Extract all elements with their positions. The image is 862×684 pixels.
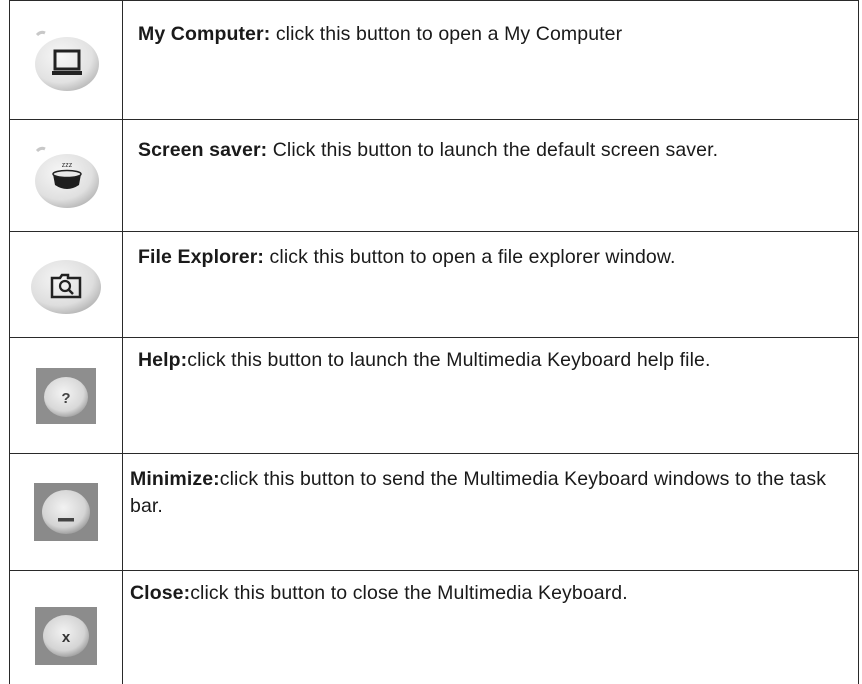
row-title: Close:	[130, 582, 191, 604]
icon-cell: ?	[9, 337, 123, 454]
row-title: Screen saver:	[138, 139, 268, 161]
row-description: click this button to open a My Computer	[270, 23, 623, 45]
description-cell: Screen saver: Click this button to launc…	[122, 119, 859, 232]
table-row: ? Help:click this button to launch the M…	[9, 337, 859, 454]
screen-saver-icon[interactable]: zzz	[31, 143, 101, 209]
table-row: File Explorer: click this button to open…	[9, 231, 859, 338]
description-cell: File Explorer: click this button to open…	[122, 231, 859, 338]
svg-text:?: ?	[61, 390, 70, 407]
icon-cell	[9, 0, 123, 120]
table-row: Minimize:click this button to send the M…	[9, 453, 859, 571]
file-explorer-icon[interactable]	[28, 253, 104, 317]
table-row: zzz Screen saver: Click this button to l…	[9, 119, 859, 232]
description-cell: Help:click this button to launch the Mul…	[122, 337, 859, 454]
my-computer-icon[interactable]	[31, 27, 101, 93]
icon-cell	[9, 453, 123, 571]
row-title: Help:	[138, 349, 188, 371]
button-description-table: My Computer: click this button to open a…	[9, 0, 859, 684]
icon-cell	[9, 231, 123, 338]
row-title: Minimize:	[130, 468, 220, 490]
help-icon[interactable]: ?	[36, 367, 96, 424]
row-description: Click this button to launch the default …	[267, 139, 719, 161]
svg-text:zzz: zzz	[62, 162, 73, 169]
row-title: File Explorer:	[138, 246, 265, 268]
table-row: x Close:click this button to close the M…	[9, 570, 859, 684]
icon-cell: zzz	[9, 119, 123, 232]
svg-text:x: x	[62, 629, 71, 646]
minimize-icon[interactable]	[34, 483, 98, 541]
row-description: click this button to launch the Multimed…	[187, 349, 711, 371]
row-description: click this button to send the Multimedia…	[130, 468, 827, 517]
description-cell: My Computer: click this button to open a…	[122, 0, 859, 120]
row-title: My Computer:	[138, 23, 271, 45]
description-cell: Minimize:click this button to send the M…	[122, 453, 859, 571]
description-cell: Close:click this button to close the Mul…	[122, 570, 859, 684]
row-description: click this button to open a file explore…	[264, 246, 676, 268]
close-icon[interactable]: x	[35, 607, 97, 666]
icon-cell: x	[9, 570, 123, 684]
row-description: click this button to close the Multimedi…	[190, 582, 628, 604]
table-row: My Computer: click this button to open a…	[9, 0, 859, 120]
